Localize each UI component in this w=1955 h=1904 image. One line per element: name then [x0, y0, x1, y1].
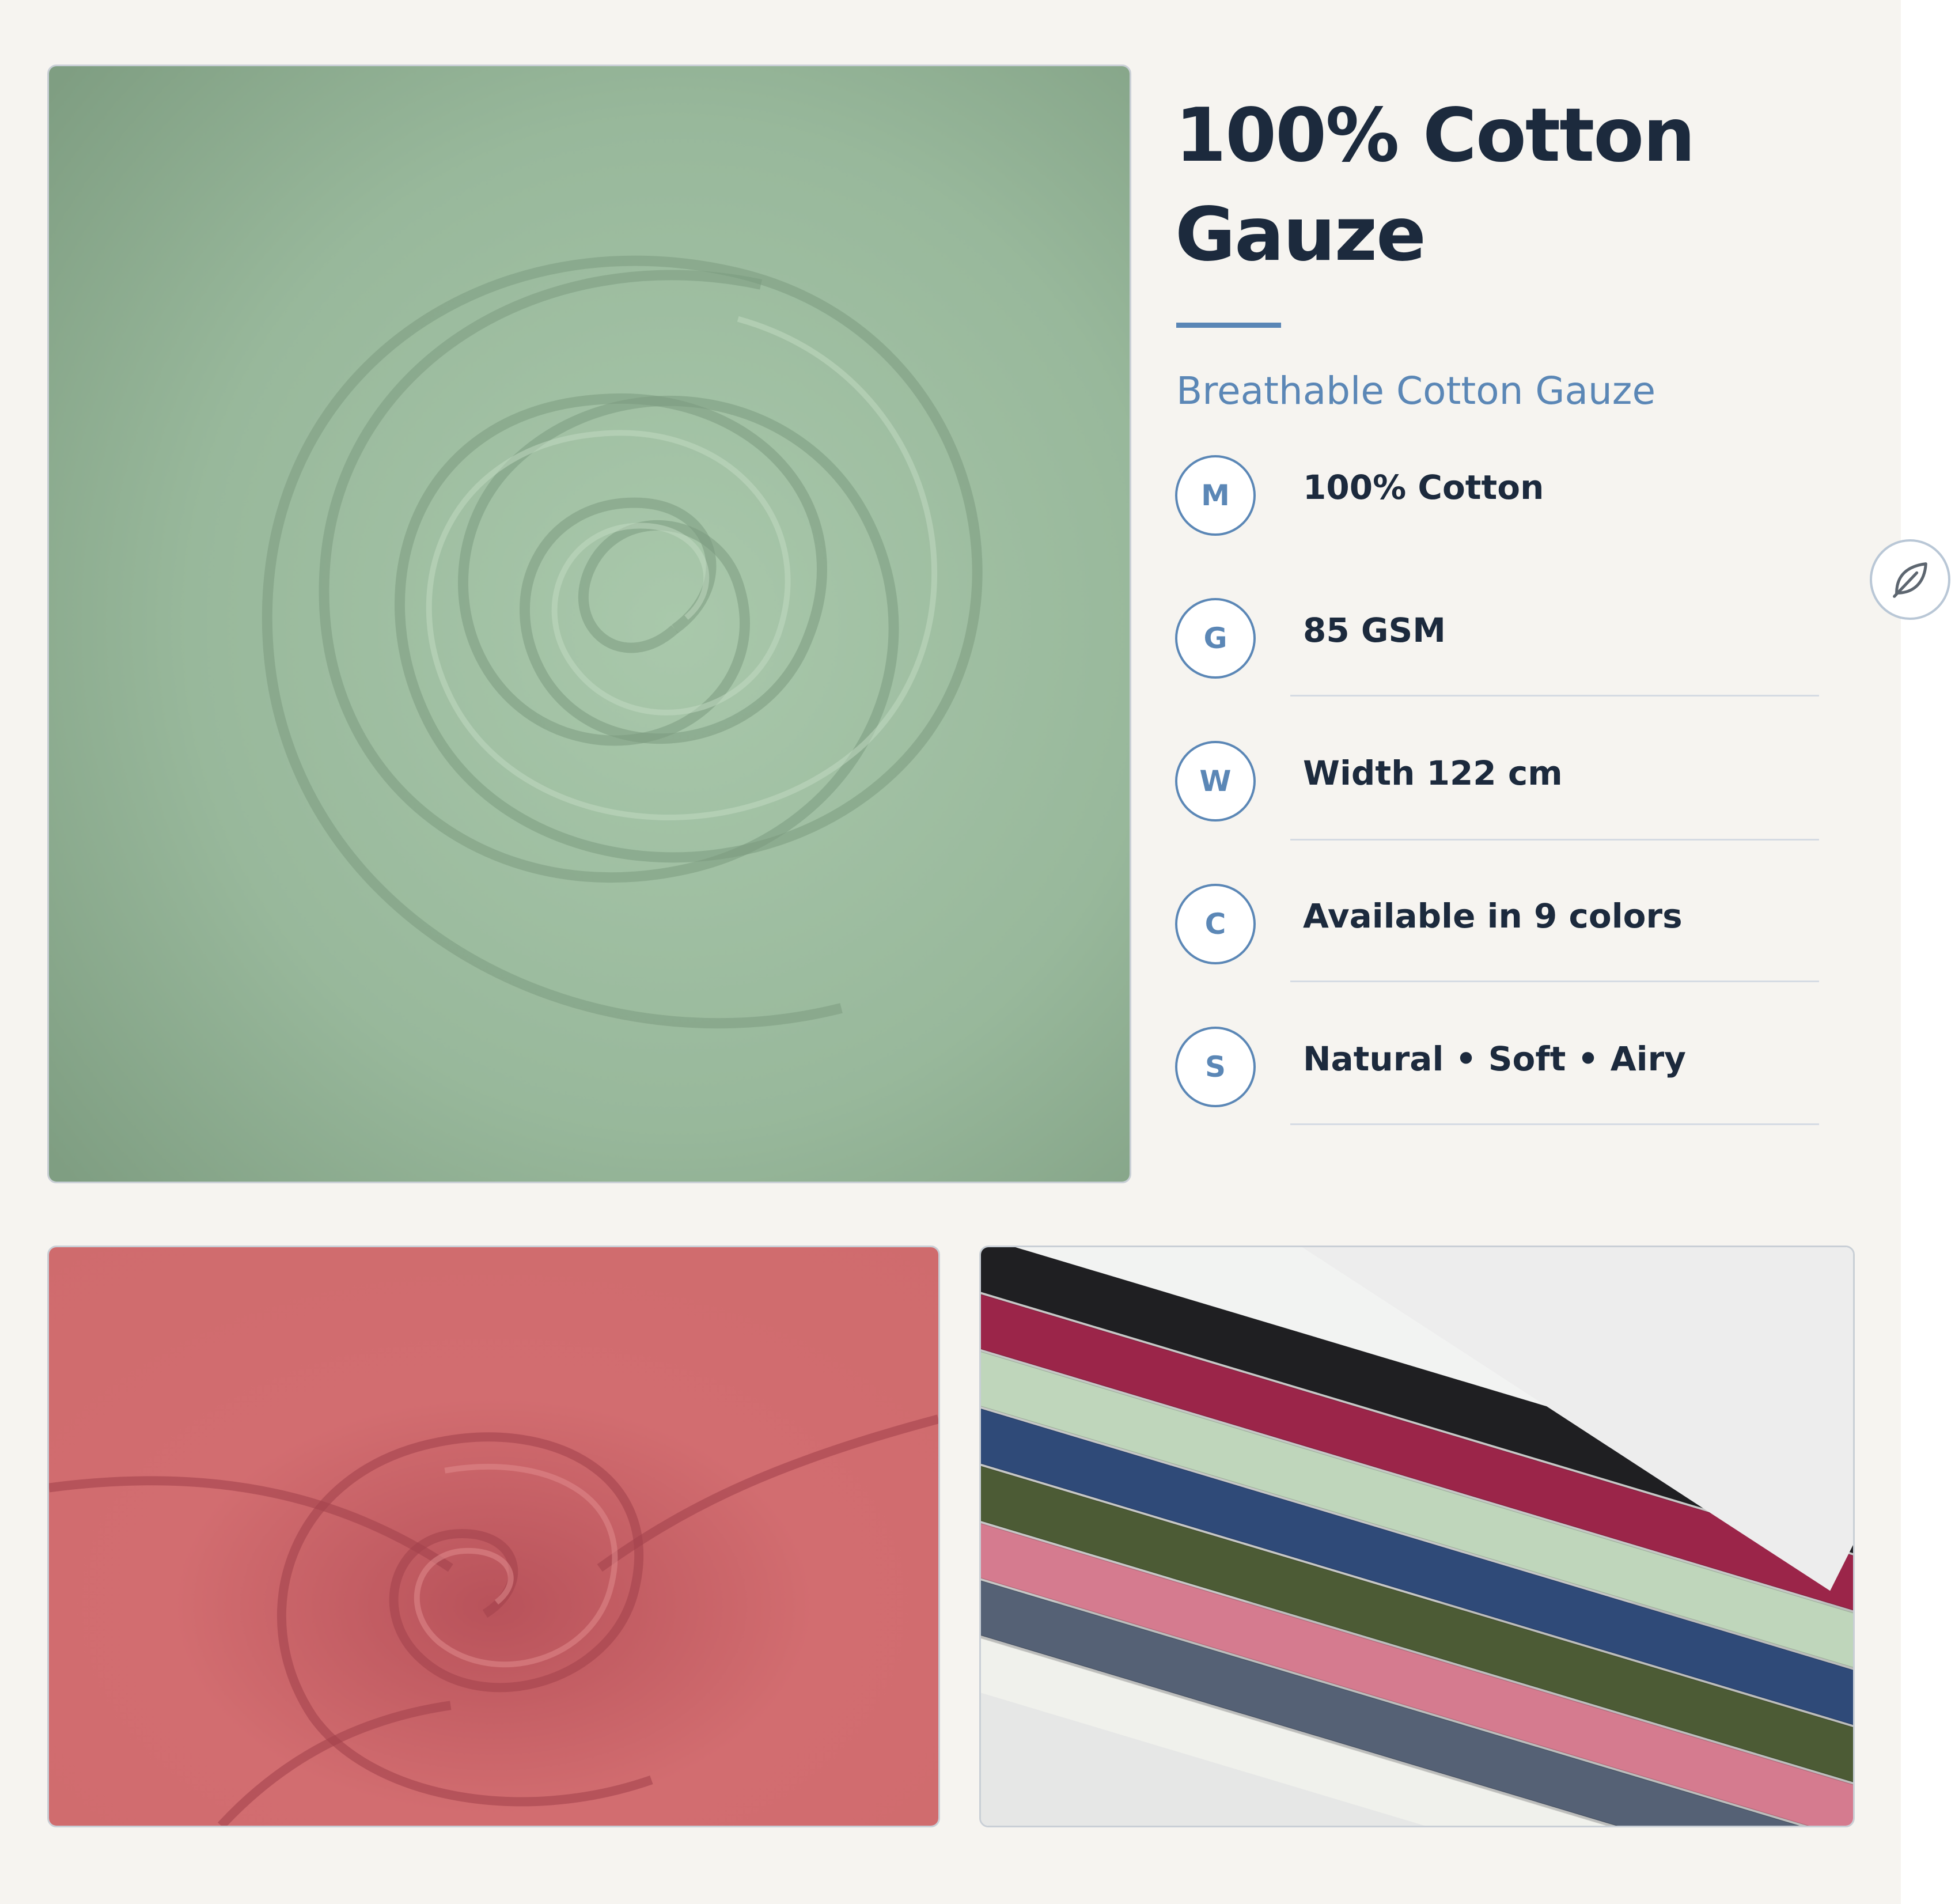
spec-colors: C Available in 9 colors: [1175, 884, 1820, 970]
color-swatches-image: [979, 1246, 1855, 1827]
leaf-icon: [1893, 562, 1927, 598]
title-accent-rule: [1176, 323, 1281, 328]
main-fabric-image: [47, 65, 1131, 1183]
colors-badge: C: [1175, 884, 1256, 964]
product-subtitle: Breathable Cotton Gauze: [1176, 369, 1656, 413]
weight-badge: G: [1175, 598, 1256, 679]
spec-material: M 100% Cotton: [1175, 455, 1820, 542]
spec-width: W Width 122 cm: [1175, 741, 1820, 827]
spec-colors-text: Available in 9 colors: [1303, 896, 1683, 936]
material-badge: M: [1175, 455, 1256, 536]
rose-fabric-image: [47, 1246, 940, 1827]
product-title: 100% Cotton Gauze: [1175, 86, 1866, 285]
feel-badge: S: [1175, 1027, 1256, 1107]
spec-feel: S Natural • Soft • Airy: [1175, 1027, 1820, 1113]
spec-divider: [1290, 981, 1819, 982]
spec-divider: [1290, 1123, 1819, 1125]
spec-divider: [1290, 839, 1819, 841]
title-line-1: 100% Cotton: [1175, 93, 1695, 179]
side-leaf-button[interactable]: [1870, 539, 1950, 620]
spec-divider: [1290, 695, 1819, 697]
spec-width-text: Width 122 cm: [1303, 754, 1563, 793]
title-line-2: Gauze: [1175, 192, 1426, 278]
spec-feel-text: Natural • Soft • Airy: [1303, 1039, 1686, 1078]
spec-weight-text: 85 GSM: [1303, 611, 1446, 650]
width-badge: W: [1175, 741, 1256, 822]
spec-weight: G 85 GSM: [1175, 598, 1820, 684]
spec-material-text: 100% Cotton: [1303, 468, 1544, 507]
right-edge-strip: [1901, 0, 1955, 1904]
